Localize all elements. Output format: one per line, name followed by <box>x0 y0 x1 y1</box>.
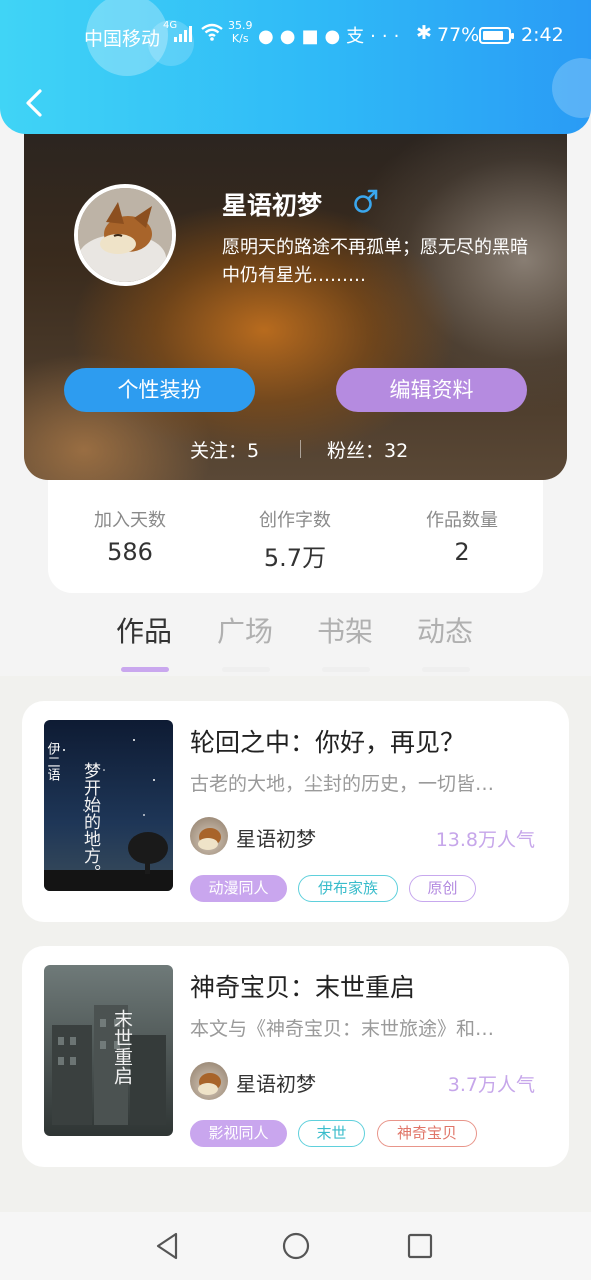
cover-title: 末世重启 <box>111 1009 133 1085</box>
tab-indicator <box>322 667 370 672</box>
nav-home-icon[interactable] <box>280 1230 312 1262</box>
stat-value: 586 <box>107 538 153 566</box>
tag[interactable]: 原创 <box>409 875 476 902</box>
book-cover[interactable]: 末世重启 <box>44 965 173 1136</box>
bluetooth-icon: ✱ <box>416 22 432 44</box>
battery-icon <box>479 27 514 44</box>
tab-indicator <box>121 667 169 672</box>
tab-square[interactable]: 广场 <box>205 610 285 672</box>
divider <box>300 440 301 458</box>
tab-works[interactable]: 作品 <box>104 610 184 672</box>
system-navbar <box>0 1212 591 1280</box>
work-description: 本文与《神奇宝贝：末世旅途》和… <box>190 1018 495 1040</box>
author-name: 星语初梦 <box>236 1072 316 1096</box>
dress-up-button[interactable]: 个性装扮 <box>64 368 255 412</box>
app-icon: ■ <box>301 26 325 47</box>
followers-count[interactable]: 粉丝：32 <box>327 436 408 463</box>
shield-icon: ● <box>258 26 280 47</box>
follow-stats: 关注：5 粉丝：32 <box>24 434 567 464</box>
work-description: 古老的大地，尘封的历史，一切皆… <box>190 773 495 795</box>
following-value: 5 <box>247 440 260 462</box>
book-cover[interactable]: 伊二语 梦开始的地方。 <box>44 720 173 891</box>
avatar-image <box>78 188 172 282</box>
cover-title: 梦开始的地方。 <box>80 762 101 881</box>
edit-profile-button[interactable]: 编辑资料 <box>336 368 527 412</box>
popularity: 3.7万人气 <box>447 1074 535 1096</box>
stat-label: 作品数量 <box>426 510 498 531</box>
author-name: 星语初梦 <box>236 827 316 851</box>
work-title: 神奇宝贝：末世重启 <box>190 973 416 1002</box>
stat-word-count: 创作字数 5.7万 <box>215 506 375 573</box>
cover-text: 伊二语 <box>45 742 61 781</box>
author-avatar <box>190 1062 228 1100</box>
nav-back-icon[interactable] <box>152 1230 184 1262</box>
stat-value: 5.7万 <box>263 544 327 572</box>
more-icon: ··· <box>370 26 406 47</box>
clock: 2:42 <box>521 24 564 46</box>
stat-label: 加入天数 <box>94 510 166 531</box>
following-count[interactable]: 关注：5 <box>190 436 259 463</box>
username: 星语初梦 <box>222 191 323 220</box>
stat-join-days: 加入天数 586 <box>50 506 210 566</box>
followers-label: 粉丝： <box>327 440 385 462</box>
browser-icon: ● <box>324 26 347 47</box>
alipay-icon: 支 <box>346 26 371 47</box>
work-title: 轮回之中：你好，再见？ <box>190 728 466 757</box>
tab-label: 动态 <box>416 615 473 648</box>
status-bar: 中国移动 4G 35.9 K/s ●●■●支··· ✱ 77% 2:42 <box>0 16 591 56</box>
tab-indicator <box>422 667 470 672</box>
network-speed: 35.9 K/s <box>228 19 253 45</box>
tab-label: 书架 <box>316 615 373 648</box>
stat-work-count: 作品数量 2 <box>382 506 542 566</box>
tab-indicator <box>222 667 270 672</box>
tab-label: 作品 <box>115 615 172 648</box>
wifi-icon <box>201 23 223 41</box>
tab-label: 广场 <box>216 615 273 648</box>
back-icon[interactable] <box>20 88 48 118</box>
author-avatar <box>190 817 228 855</box>
following-label: 关注： <box>190 440 248 462</box>
tag[interactable]: 动漫同人 <box>190 875 287 902</box>
user-bio: 愿明天的路途不再孤单；愿无尽的黑暗中仍有星光……… <box>222 237 528 286</box>
carrier-name: 中国移动 <box>84 28 161 50</box>
tab-bar: 作品 广场 书架 动态 <box>0 600 591 676</box>
signal-icon <box>174 26 196 42</box>
tag[interactable]: 末世 <box>298 1120 365 1147</box>
header: 中国移动 4G 35.9 K/s ●●■●支··· ✱ 77% 2:42 <box>0 0 591 134</box>
avatar[interactable] <box>74 184 176 286</box>
followers-value: 32 <box>384 440 409 462</box>
tag[interactable]: 神奇宝贝 <box>377 1120 477 1147</box>
male-icon <box>354 189 378 213</box>
chat-icon: ● <box>279 26 302 47</box>
tag[interactable]: 伊布家族 <box>298 875 398 902</box>
work-card[interactable]: 末世重启 神奇宝贝：末世重启 本文与《神奇宝贝：末世旅途》和… 星语初梦 3.7… <box>22 946 569 1167</box>
work-card[interactable]: 伊二语 梦开始的地方。 轮回之中：你好，再见？ 古老的大地，尘封的历史，一切皆…… <box>22 701 569 922</box>
cover-image: 伊二语 梦开始的地方。 <box>44 720 173 891</box>
speed-unit: K/s <box>231 32 249 45</box>
tab-bookshelf[interactable]: 书架 <box>305 610 385 672</box>
tag[interactable]: 影视同人 <box>190 1120 287 1147</box>
nav-recents-icon[interactable] <box>404 1230 436 1262</box>
cover-image: 末世重启 <box>44 965 173 1136</box>
tab-updates[interactable]: 动态 <box>405 610 485 672</box>
speed-value: 35.9 <box>228 19 253 32</box>
popularity: 13.8万人气 <box>435 829 535 851</box>
stat-value: 2 <box>454 538 470 566</box>
stats-card: 加入天数 586 创作字数 5.7万 作品数量 2 <box>48 470 543 593</box>
battery-percent: 77% <box>437 24 480 46</box>
stat-label: 创作字数 <box>259 510 331 531</box>
profile-card: 星语初梦 愿明天的路途不再孤单；愿无尽的黑暗中仍有星光……… 个性装扮 编辑资料… <box>24 120 567 480</box>
notification-icons: ●●■●支··· <box>258 22 405 48</box>
header-decoration <box>552 58 591 118</box>
